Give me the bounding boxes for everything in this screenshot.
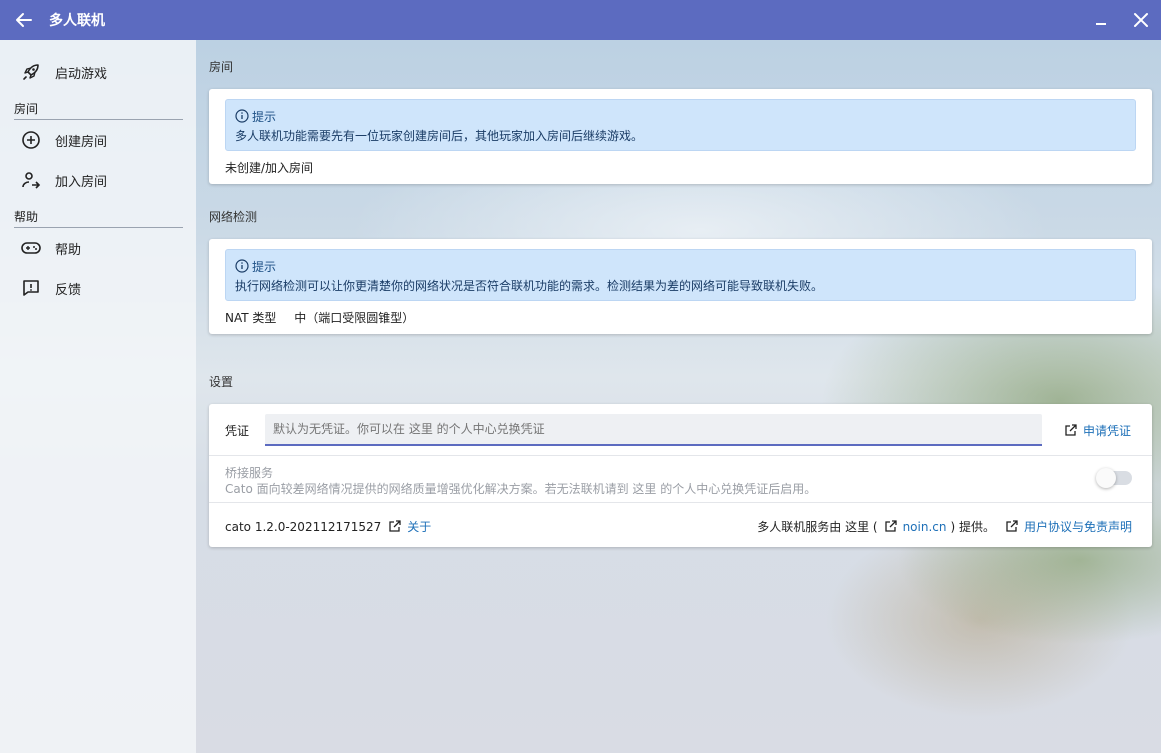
sidebar-item-label: 启动游戏 bbox=[55, 66, 108, 82]
close-button[interactable] bbox=[1121, 0, 1161, 40]
hint-title: 提示 bbox=[252, 259, 277, 274]
external-link-icon bbox=[1065, 424, 1077, 436]
provider-prefix: 多人联机服务由 这里 ( bbox=[757, 520, 878, 534]
about-link[interactable]: 关于 bbox=[388, 518, 431, 535]
back-button[interactable] bbox=[0, 0, 48, 40]
section-title-room: 房间 bbox=[209, 60, 234, 74]
provider-row: 多人联机服务由 这里 ( noin.cn ) 提供。 用户协议与免责声明 bbox=[757, 518, 1132, 535]
room-status: 未创建/加入房间 bbox=[225, 161, 314, 175]
hint-title: 提示 bbox=[252, 109, 277, 124]
about-label: 关于 bbox=[407, 520, 432, 534]
plus-circle-icon bbox=[20, 129, 42, 151]
toggle-knob bbox=[1096, 468, 1116, 488]
minimize-button[interactable] bbox=[1081, 0, 1121, 40]
sidebar-item-label: 创建房间 bbox=[55, 134, 108, 150]
hint-text: 多人联机功能需要先有一位玩家创建房间后，其他玩家加入房间后继续游戏。 bbox=[235, 129, 644, 143]
divider bbox=[209, 455, 1152, 456]
sidebar-item-label: 反馈 bbox=[55, 282, 82, 298]
close-icon bbox=[1134, 13, 1148, 27]
external-link-icon bbox=[389, 520, 401, 532]
settings-card: 凭证 申请凭证 桥接服务 Cato 面向较差网络情况提供的网络质量增强优化解决方… bbox=[209, 404, 1152, 547]
info-icon bbox=[235, 109, 249, 123]
section-title-settings: 设置 bbox=[209, 375, 234, 389]
terms-link[interactable]: 用户协议与免责声明 bbox=[1005, 518, 1132, 535]
apply-credential-link[interactable]: 申请凭证 bbox=[1064, 422, 1131, 439]
version-text: cato 1.2.0-202112171527 bbox=[225, 519, 382, 534]
sidebar-item-launch-game[interactable]: 启动游戏 bbox=[0, 52, 196, 92]
noin-link[interactable]: noin.cn bbox=[884, 519, 947, 534]
credential-input[interactable] bbox=[265, 414, 1042, 446]
noin-label: noin.cn bbox=[902, 519, 947, 534]
gamepad-icon bbox=[20, 237, 42, 259]
room-card: 提示 多人联机功能需要先有一位玩家创建房间后，其他玩家加入房间后继续游戏。 未创… bbox=[209, 89, 1152, 184]
credential-label: 凭证 bbox=[225, 424, 250, 438]
sidebar-item-help[interactable]: 帮助 bbox=[0, 228, 196, 268]
room-hint: 提示 多人联机功能需要先有一位玩家创建房间后，其他玩家加入房间后继续游戏。 bbox=[225, 99, 1136, 151]
nat-label: NAT 类型 bbox=[225, 311, 277, 325]
network-card: 提示 执行网络检测可以让你更清楚你的网络状况是否符合联机功能的需求。检测结果为差… bbox=[209, 239, 1152, 334]
info-icon bbox=[235, 259, 249, 273]
bridge-service-toggle[interactable] bbox=[1096, 468, 1132, 488]
sidebar-item-join-room[interactable]: 加入房间 bbox=[0, 160, 196, 200]
external-link-icon bbox=[884, 520, 897, 532]
nat-value: 中（端口受限圆锥型） bbox=[294, 311, 415, 325]
title-bar: 多人联机 bbox=[0, 0, 1161, 40]
sidebar-item-label: 加入房间 bbox=[55, 174, 108, 190]
network-hint: 提示 执行网络检测可以让你更清楚你的网络状况是否符合联机功能的需求。检测结果为差… bbox=[225, 249, 1136, 301]
minimize-icon bbox=[1096, 23, 1106, 25]
divider bbox=[209, 502, 1152, 503]
sidebar-item-label: 帮助 bbox=[55, 242, 82, 258]
window-title: 多人联机 bbox=[49, 13, 105, 29]
sidebar-group-room: 房间 bbox=[14, 100, 183, 120]
version-row: cato 1.2.0-202112171527 关于 bbox=[225, 518, 431, 535]
external-link-icon bbox=[1006, 520, 1018, 532]
section-title-network: 网络检测 bbox=[209, 210, 258, 224]
nat-type-row: NAT 类型 中（端口受限圆锥型） bbox=[225, 309, 414, 326]
sidebar: 启动游戏 房间 创建房间 加入房间 帮助 帮助 反馈 bbox=[0, 40, 196, 753]
terms-label: 用户协议与免责声明 bbox=[1023, 520, 1132, 534]
provider-suffix: ) 提供。 bbox=[950, 520, 995, 534]
hint-text: 执行网络检测可以让你更清楚你的网络状况是否符合联机功能的需求。检测结果为差的网络… bbox=[235, 279, 824, 293]
person-join-icon bbox=[20, 169, 42, 191]
rocket-icon bbox=[20, 61, 42, 83]
sidebar-item-create-room[interactable]: 创建房间 bbox=[0, 120, 196, 160]
bridge-service-desc: Cato 面向较差网络情况提供的网络质量增强优化解决方案。若无法联机请到 这里 … bbox=[225, 482, 817, 496]
sidebar-item-feedback[interactable]: 反馈 bbox=[0, 268, 196, 308]
apply-credential-label: 申请凭证 bbox=[1083, 424, 1132, 438]
feedback-icon bbox=[20, 277, 42, 299]
bridge-service-title: 桥接服务 bbox=[225, 466, 274, 480]
sidebar-group-help: 帮助 bbox=[14, 208, 183, 228]
arrow-left-icon bbox=[16, 13, 32, 27]
